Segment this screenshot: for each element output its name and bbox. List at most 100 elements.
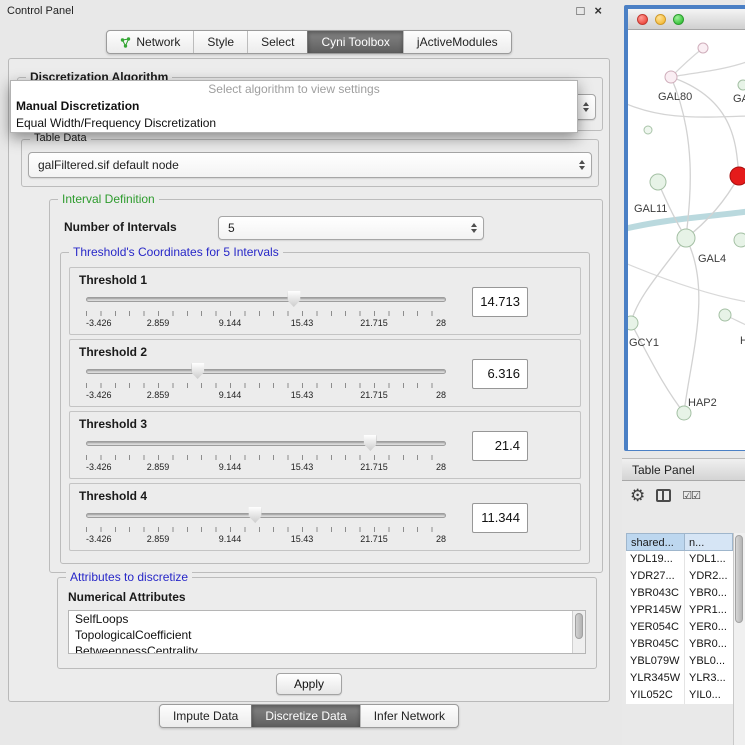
table-cell[interactable]: YBR045C [626,636,685,653]
network-node[interactable] [677,229,695,247]
scale-label: 21.715 [360,534,388,544]
slider-scale: -3.426 2.859 9.144 15.43 21.715 28 [86,318,446,329]
table-cell[interactable]: YER054C [626,619,685,636]
scale-label: 15.43 [291,318,314,328]
threshold-4-value[interactable]: 11.344 [472,503,528,533]
list-item[interactable]: BetweennessCentrality [69,643,585,654]
num-intervals-combobox[interactable]: 5 [218,216,484,240]
network-node[interactable] [644,126,652,134]
network-window-titlebar[interactable] [628,9,745,30]
table-row[interactable]: YLR345W YLR3... [626,670,733,687]
table-cell[interactable]: YIL052C [626,687,685,704]
threshold-2-value[interactable]: 6.316 [472,359,528,389]
list-item[interactable]: SelfLoops [69,611,585,627]
tab-select[interactable]: Select [247,31,307,53]
zoom-window-icon[interactable] [673,14,684,25]
table-cell[interactable]: YLR3... [685,670,733,687]
table-cell[interactable]: YPR1... [685,602,733,619]
gear-icon[interactable]: ⚙ [630,487,645,504]
bottom-tab-bar: Impute Data Discretize Data Infer Networ… [0,704,618,728]
network-node[interactable] [698,43,708,53]
table-cell[interactable]: YBL0... [685,653,733,670]
table-scrollbar[interactable] [733,533,745,745]
table-cell[interactable]: YBR0... [685,585,733,602]
numerical-attributes-list[interactable]: SelfLoops TopologicalCoefficient Between… [68,610,586,654]
table-columns-icon[interactable] [656,489,671,502]
list-scrollbar[interactable] [572,611,585,653]
threshold-1-value[interactable]: 14.713 [472,287,528,317]
popup-option-equal-width-frequency[interactable]: Equal Width/Frequency Discretization [11,115,577,132]
table-row[interactable]: YDL19... YDL1... [626,551,733,568]
tab-style[interactable]: Style [193,31,247,53]
table-row[interactable]: YPR145W YPR1... [626,602,733,619]
tab-cyni-toolbox[interactable]: Cyni Toolbox [307,31,402,53]
table-cell[interactable]: YLR345W [626,670,685,687]
tab-jactivemodules[interactable]: jActiveModules [403,31,511,53]
threshold-3-value[interactable]: 21.4 [472,431,528,461]
node-label: GAL4 [698,253,726,265]
table-data-combobox[interactable]: galFiltered.sif default node [28,152,592,178]
threshold-1-slider[interactable] [86,290,446,308]
network-node[interactable] [628,316,638,330]
scrollbar-thumb[interactable] [735,535,743,623]
slider-track[interactable] [86,513,446,518]
table-cell[interactable]: YDL1... [685,551,733,568]
list-item[interactable]: TopologicalCoefficient [69,627,585,643]
table-row[interactable]: YDR27... YDR2... [626,568,733,585]
slider-thumb[interactable] [364,435,377,451]
top-tab-bar: Network Style Select Cyni Toolbox jActiv… [0,30,618,54]
threshold-3-slider[interactable] [86,434,446,452]
table-cell[interactable]: YPR145W [626,602,685,619]
tab-impute-data[interactable]: Impute Data [160,705,251,727]
slider-thumb[interactable] [287,291,300,307]
apply-button[interactable]: Apply [276,673,342,695]
table-cell[interactable]: YBR0... [685,636,733,653]
network-view-window[interactable]: GAL80 GA GAL11 GAL4 GCY1 H HAP2 [624,5,745,451]
threshold-4-slider[interactable] [86,506,446,524]
network-node[interactable] [719,309,731,321]
select-columns-icon[interactable]: ☑☑ [682,489,700,502]
table-cell[interactable]: YER0... [685,619,733,636]
scrollbar-thumb[interactable] [575,613,583,639]
close-window-icon[interactable] [637,14,648,25]
slider-thumb[interactable] [191,363,204,379]
network-node[interactable] [738,80,745,90]
network-canvas[interactable]: GAL80 GA GAL11 GAL4 GCY1 H HAP2 [628,30,745,450]
table-row[interactable]: YIL052C YIL0... [626,687,733,704]
table-cell[interactable]: YIL0... [685,687,733,704]
combo-stepper-icon [471,223,477,233]
minimize-window-icon[interactable] [655,14,666,25]
network-node[interactable] [734,233,745,247]
close-panel-icon[interactable]: × [594,3,602,18]
tab-infer-network[interactable]: Infer Network [360,705,458,727]
tab-network-label: Network [136,35,180,49]
table-row[interactable]: YBR043C YBR0... [626,585,733,602]
float-panel-icon[interactable]: □ [577,3,585,18]
tab-discretize-data[interactable]: Discretize Data [251,705,359,727]
table-cell[interactable]: YDL19... [626,551,685,568]
slider-ticks [86,311,446,316]
slider-track[interactable] [86,369,446,374]
column-header-name[interactable]: n... [685,533,733,551]
popup-option-manual-discretization[interactable]: Manual Discretization [11,98,577,115]
table-row[interactable]: YER054C YER0... [626,619,733,636]
network-node[interactable] [650,174,666,190]
network-node[interactable] [665,71,677,83]
table-row[interactable]: YBR045C YBR0... [626,636,733,653]
threshold-2-slider[interactable] [86,362,446,380]
table-cell[interactable]: YBL079W [626,653,685,670]
table-cell[interactable]: YBR043C [626,585,685,602]
slider-track[interactable] [86,441,446,446]
slider-thumb[interactable] [249,507,262,523]
table-panel-title: Table Panel [632,463,695,477]
table-row[interactable]: YBL079W YBL0... [626,653,733,670]
table-cell[interactable]: YDR27... [626,568,685,585]
table-cell[interactable]: YDR2... [685,568,733,585]
scale-label: 15.43 [291,462,314,472]
scale-label: 28 [436,462,446,472]
column-header-shared-name[interactable]: shared... [626,533,685,551]
threshold-1-panel: Threshold 1 -3.426 2.859 9.144 15.43 21.… [69,267,581,335]
tab-network[interactable]: Network [107,31,193,53]
network-node-selected[interactable] [730,167,745,185]
slider-track[interactable] [86,297,446,302]
